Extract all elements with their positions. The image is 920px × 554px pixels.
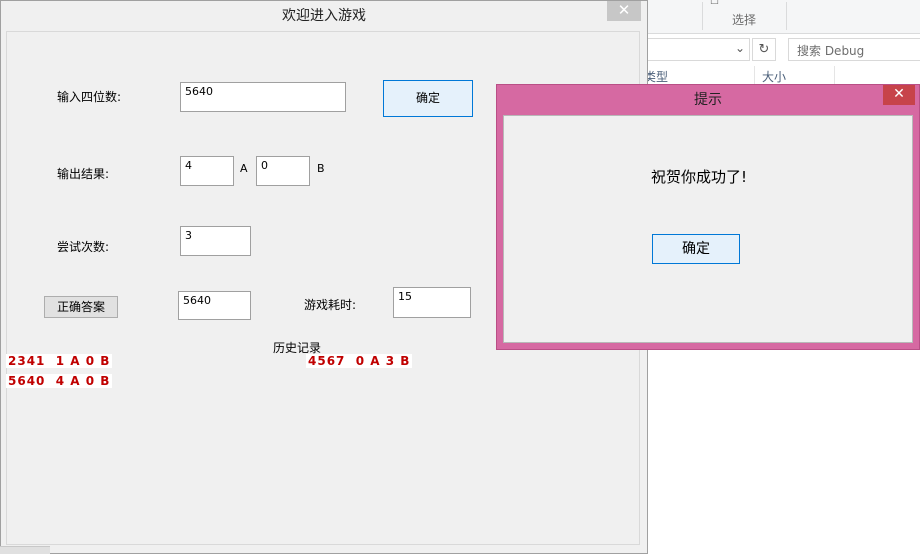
close-icon[interactable]: ✕ xyxy=(883,85,915,105)
time-label: 游戏耗时: xyxy=(304,298,357,312)
history-entry: 4567 0 A 3 B xyxy=(306,354,413,368)
ribbon-select-tab[interactable]: 选择 xyxy=(732,11,756,28)
message-text: 祝贺你成功了! xyxy=(650,168,747,186)
number-input[interactable]: 5640 xyxy=(180,82,346,112)
result-b-field[interactable]: 0 xyxy=(256,156,310,186)
show-answer-button[interactable]: 正确答案 xyxy=(44,296,118,318)
answer-field[interactable]: 5640 xyxy=(178,291,251,320)
message-box-title: 提示 xyxy=(694,92,722,108)
message-box: 提示 ✕ 祝贺你成功了! 确定 xyxy=(496,84,920,350)
message-box-body: 祝贺你成功了! 确定 xyxy=(503,115,913,343)
address-bar[interactable]: ⌄ xyxy=(640,38,750,61)
ribbon-item-icon[interactable]: ☐ xyxy=(710,0,719,7)
column-separator xyxy=(834,66,835,86)
result-a-unit: A xyxy=(240,162,248,175)
search-input[interactable]: 搜索 Debug xyxy=(788,38,920,61)
time-field[interactable]: 15 xyxy=(393,287,471,318)
column-separator xyxy=(754,66,755,86)
ribbon-separator xyxy=(786,2,787,30)
taskbar-fragment xyxy=(0,546,50,554)
attempts-label: 尝试次数: xyxy=(57,240,110,254)
output-label: 输出结果: xyxy=(57,167,110,181)
history-entry: 5640 4 A 0 B xyxy=(6,374,113,388)
input-label: 输入四位数: xyxy=(57,90,122,104)
explorer-ribbon: ☐ 选择 xyxy=(640,0,920,34)
column-size[interactable]: 大小 xyxy=(762,68,786,85)
ribbon-separator xyxy=(702,2,703,30)
file-list-header: 类型 大小 xyxy=(640,66,920,86)
history-entry: 2341 1 A 0 B xyxy=(6,354,113,368)
attempts-field[interactable]: 3 xyxy=(180,226,251,256)
result-b-unit: B xyxy=(317,162,325,175)
refresh-icon[interactable]: ↻ xyxy=(752,38,776,61)
result-a-field[interactable]: 4 xyxy=(180,156,234,186)
chevron-down-icon[interactable]: ⌄ xyxy=(735,41,745,55)
close-icon[interactable]: ✕ xyxy=(607,1,641,21)
confirm-button[interactable]: 确定 xyxy=(383,80,473,117)
window-title: 欢迎进入游戏 xyxy=(282,8,366,24)
ok-button[interactable]: 确定 xyxy=(652,234,740,264)
